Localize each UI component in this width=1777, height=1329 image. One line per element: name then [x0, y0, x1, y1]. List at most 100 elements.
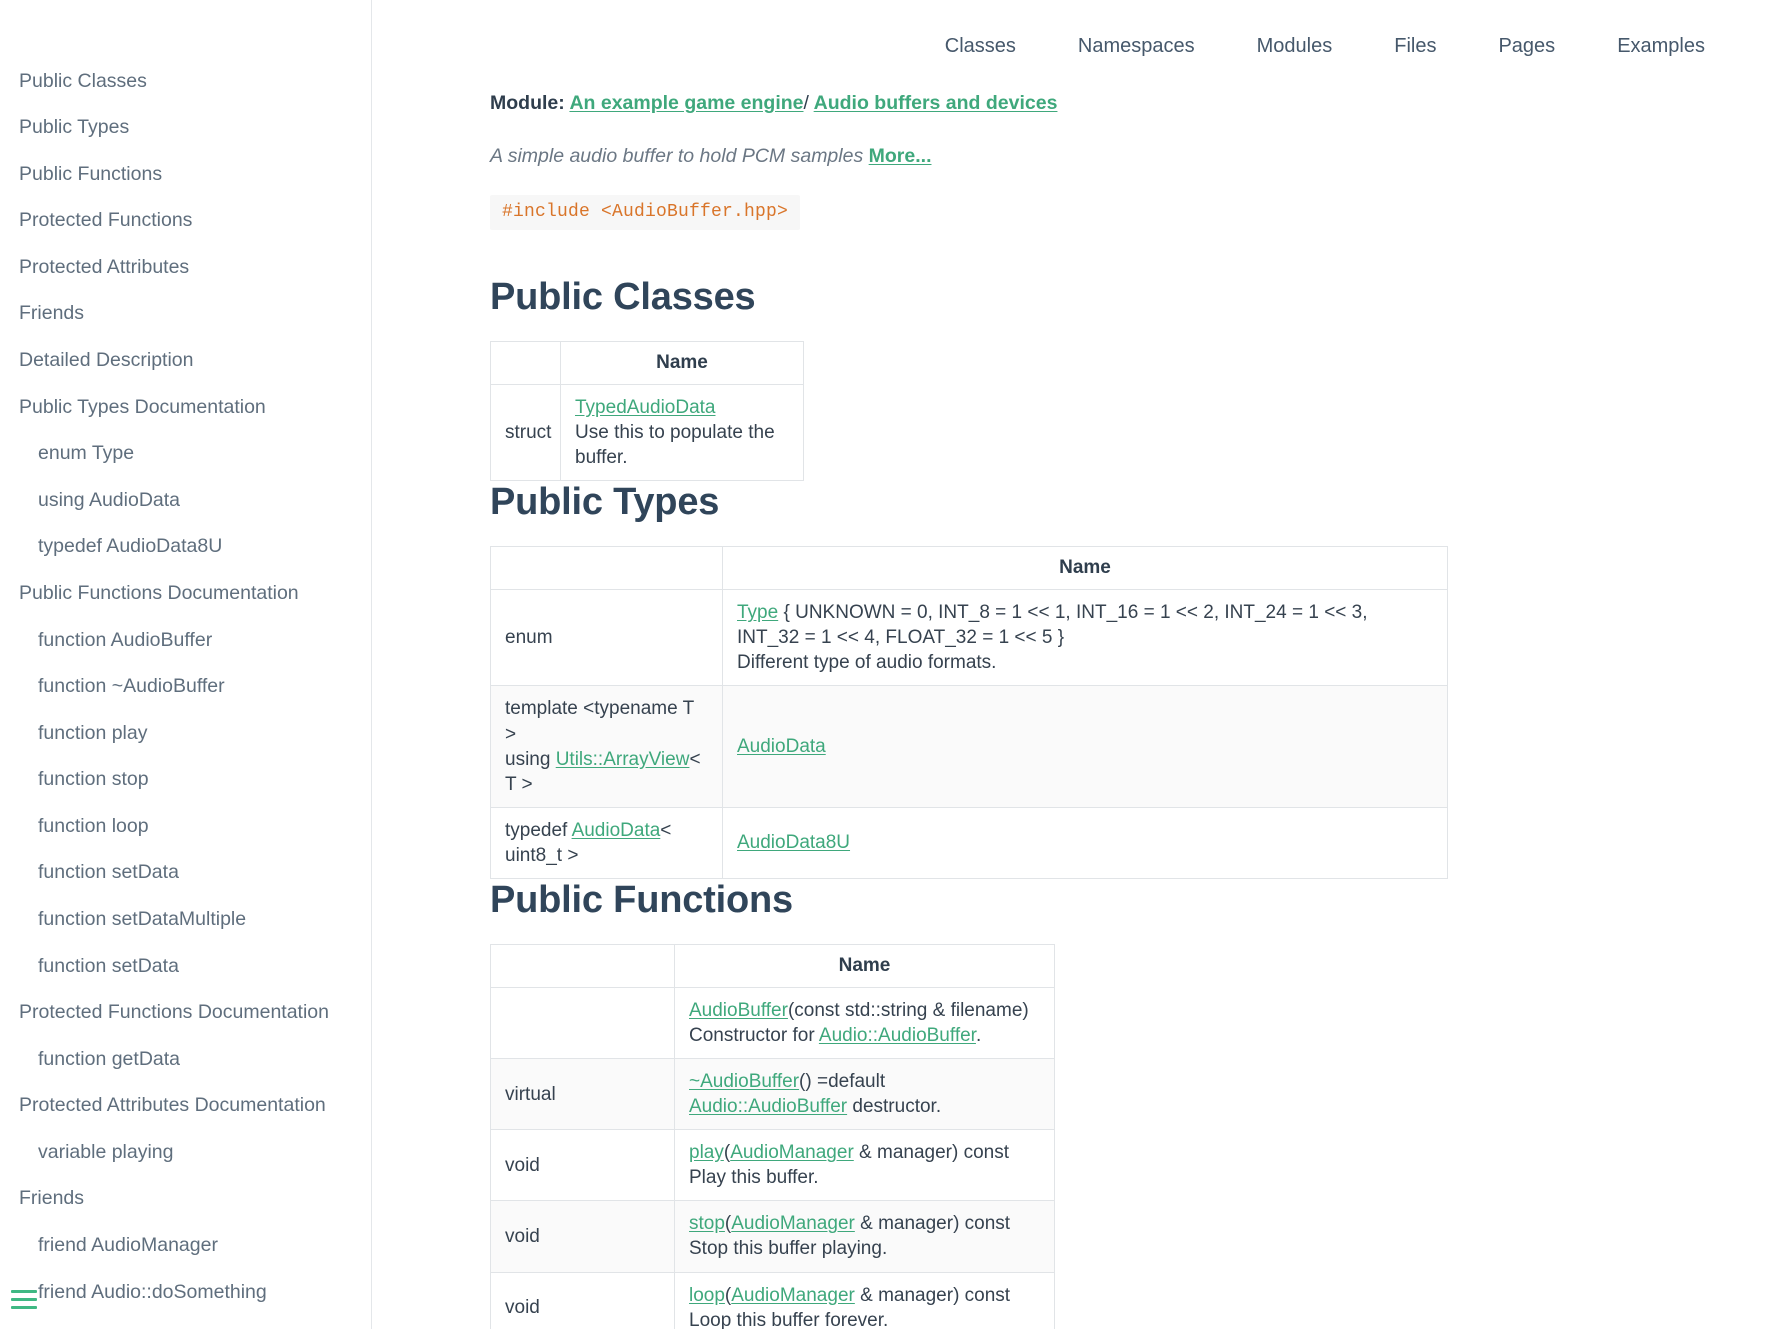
cell-name: AudioData8U [722, 806, 1448, 879]
module-link-audio[interactable]: Audio buffers and devices [814, 92, 1058, 114]
topnav-item-examples[interactable]: Examples [1586, 35, 1705, 58]
public-types-table: Name enum Type { UNKNOWN = 0, INT_8 = 1 … [490, 546, 1448, 879]
include-code-block: #include <AudioBuffer.hpp> [490, 195, 801, 230]
cell-type: template <typename T > using Utils::Arra… [490, 685, 723, 808]
cell-name: Type { UNKNOWN = 0, INT_8 = 1 << 1, INT_… [722, 589, 1448, 687]
sidebar-item-using-audiodata[interactable]: using AudioData [0, 477, 371, 524]
sidebar-item-detailed-description[interactable]: Detailed Description [0, 337, 371, 384]
sidebar-item-function-setdata[interactable]: function setData [0, 850, 371, 897]
sidebar-list-item: using AudioData [0, 477, 371, 524]
signature-params: (const std::string & filename) [787, 999, 1029, 1021]
sidebar-list-item: Friends [0, 1176, 371, 1223]
signature-params: & manager) const [854, 1213, 1011, 1235]
link-stop[interactable]: stop [689, 1213, 725, 1234]
topnav-item-pages[interactable]: Pages [1467, 35, 1586, 58]
table-row: enum Type { UNKNOWN = 0, INT_8 = 1 << 1,… [490, 589, 1448, 687]
more-link[interactable]: More... [869, 145, 932, 167]
table-header-row: Name [490, 341, 804, 385]
column-header-blank [490, 943, 675, 988]
sidebar-list-item: Protected Attributes Documentation [0, 1083, 371, 1130]
link-audio-audiobuffer[interactable]: Audio::AudioBuffer [819, 1025, 976, 1046]
sidebar-item-function-setdatamultiple[interactable]: function setDataMultiple [0, 896, 371, 943]
cell-type: void [490, 1200, 675, 1273]
public-functions-table: Name AudioBuffer(const std::string & fil… [490, 943, 1055, 1329]
link-audiomanager[interactable]: AudioManager [730, 1142, 854, 1163]
brief-description: A simple audio buffer to hold PCM sample… [490, 145, 1702, 168]
sidebar-item-function-setdata[interactable]: function setData [0, 943, 371, 990]
sidebar-item-friends[interactable]: Friends [0, 291, 371, 338]
link-loop[interactable]: loop [689, 1285, 725, 1306]
sidebar-item-protected-attributes[interactable]: Protected Attributes [0, 244, 371, 291]
sidebar-item-function-play[interactable]: function play [0, 710, 371, 757]
link-audio-audiobuffer[interactable]: Audio::AudioBuffer [689, 1096, 847, 1117]
sidebar-item-public-classes[interactable]: Public Classes [0, 58, 371, 105]
table-row: template <typename T > using Utils::Arra… [490, 685, 1448, 808]
signature-params: () =default [799, 1071, 886, 1093]
sidebar-item-enum-type[interactable]: enum Type [0, 431, 371, 478]
sidebar-item-typedef-audiodata8u[interactable]: typedef AudioData8U [0, 524, 371, 571]
link-audiomanager[interactable]: AudioManager [731, 1213, 855, 1234]
sidebar-item-public-functions[interactable]: Public Functions [0, 151, 371, 198]
link-audiobuffer-dtor[interactable]: ~AudioBuffer [689, 1071, 799, 1092]
module-label: Module: [490, 92, 565, 114]
sidebar-item-protected-functions[interactable]: Protected Functions [0, 198, 371, 245]
table-row: struct TypedAudioData Use this to popula… [490, 383, 804, 482]
link-audiodata8u[interactable]: AudioData8U [737, 832, 850, 853]
module-breadcrumb: Module: An example game engine/ Audio bu… [490, 92, 1702, 115]
sidebar-item-function-stop[interactable]: function stop [0, 757, 371, 804]
sidebar-list-item: function loop [0, 803, 371, 850]
cell-name: play(AudioManager & manager) const Play … [674, 1129, 1055, 1202]
documentation-page: Public Classes Public Types Public Functio… [0, 0, 1777, 1329]
sidebar-item-public-types-documentation[interactable]: Public Types Documentation [0, 384, 371, 431]
cell-description: Loop this buffer forever. [689, 1309, 889, 1329]
link-audiodata[interactable]: AudioData [737, 736, 826, 757]
topnav-item-files[interactable]: Files [1363, 35, 1467, 58]
sidebar-nav-list: Public Classes Public Types Public Functio… [0, 58, 371, 1316]
sidebar-item-function-audiobuffer[interactable]: function ~AudioBuffer [0, 664, 371, 711]
sidebar-item-friends[interactable]: Friends [0, 1176, 371, 1223]
link-audiomanager[interactable]: AudioManager [731, 1285, 855, 1306]
link-typed-audio-data[interactable]: TypedAudioData [575, 397, 716, 418]
sidebar-item-function-audiobuffer[interactable]: function AudioBuffer [0, 617, 371, 664]
table-row: AudioBuffer(const std::string & filename… [490, 986, 1055, 1060]
link-play[interactable]: play [689, 1142, 724, 1163]
sidebar-list-item: variable playing [0, 1129, 371, 1176]
sidebar-list-item: Friends [0, 291, 371, 338]
sidebar-item-function-getdata[interactable]: function getData [0, 1036, 371, 1083]
link-audiobuffer-ctor[interactable]: AudioBuffer [689, 1000, 788, 1021]
sidebar-item-protected-functions-documentation[interactable]: Protected Functions Documentation [0, 990, 371, 1037]
sidebar-list-item: function play [0, 710, 371, 757]
column-header-name: Name [560, 341, 804, 385]
sidebar-list-item: function ~AudioBuffer [0, 664, 371, 711]
cell-name: loop(AudioManager & manager) const Loop … [674, 1271, 1055, 1329]
public-classes-table: Name struct TypedAudioData Use this to p… [490, 341, 804, 482]
section-title-public-types: Public Types [490, 481, 720, 524]
cell-type: void [490, 1129, 675, 1202]
topnav-item-classes[interactable]: Classes [914, 35, 1047, 58]
sidebar-list-item: function stop [0, 757, 371, 804]
sidebar-list-item: enum Type [0, 431, 371, 478]
content-area: Module: An example game engine/ Audio bu… [372, 92, 1702, 1329]
breadcrumb-separator: / [803, 92, 809, 114]
sidebar-item-variable-playing[interactable]: variable playing [0, 1129, 371, 1176]
hamburger-menu-icon[interactable] [11, 1288, 37, 1310]
topnav-item-modules[interactable]: Modules [1226, 35, 1364, 58]
brief-text: A simple audio buffer to hold PCM sample… [490, 145, 864, 167]
sidebar-item-public-types[interactable]: Public Types [0, 105, 371, 152]
sidebar-item-public-functions-documentation[interactable]: Public Functions Documentation [0, 570, 371, 617]
sidebar-item-protected-attributes-documentation[interactable]: Protected Attributes Documentation [0, 1083, 371, 1130]
module-link-engine[interactable]: An example game engine [569, 92, 803, 114]
sidebar-list-item: function AudioBuffer [0, 617, 371, 664]
sidebar-item-friend-audiomanager[interactable]: friend AudioManager [0, 1222, 371, 1269]
topnav-item-namespaces[interactable]: Namespaces [1047, 35, 1226, 58]
column-header-blank [490, 546, 723, 591]
link-type-enum[interactable]: Type [737, 602, 778, 623]
sidebar-item-friend-audio-dosomething[interactable]: friend Audio::doSomething [0, 1269, 371, 1316]
link-utils-arrayview[interactable]: Utils::ArrayView [556, 749, 690, 770]
link-audiodata-typedef[interactable]: AudioData [572, 820, 661, 841]
hamburger-bar [11, 1289, 37, 1293]
typedef-keyword: typedef [505, 819, 572, 841]
sidebar-item-function-loop[interactable]: function loop [0, 803, 371, 850]
cell-type: virtual [490, 1058, 675, 1131]
sidebar-list-item: function getData [0, 1036, 371, 1083]
